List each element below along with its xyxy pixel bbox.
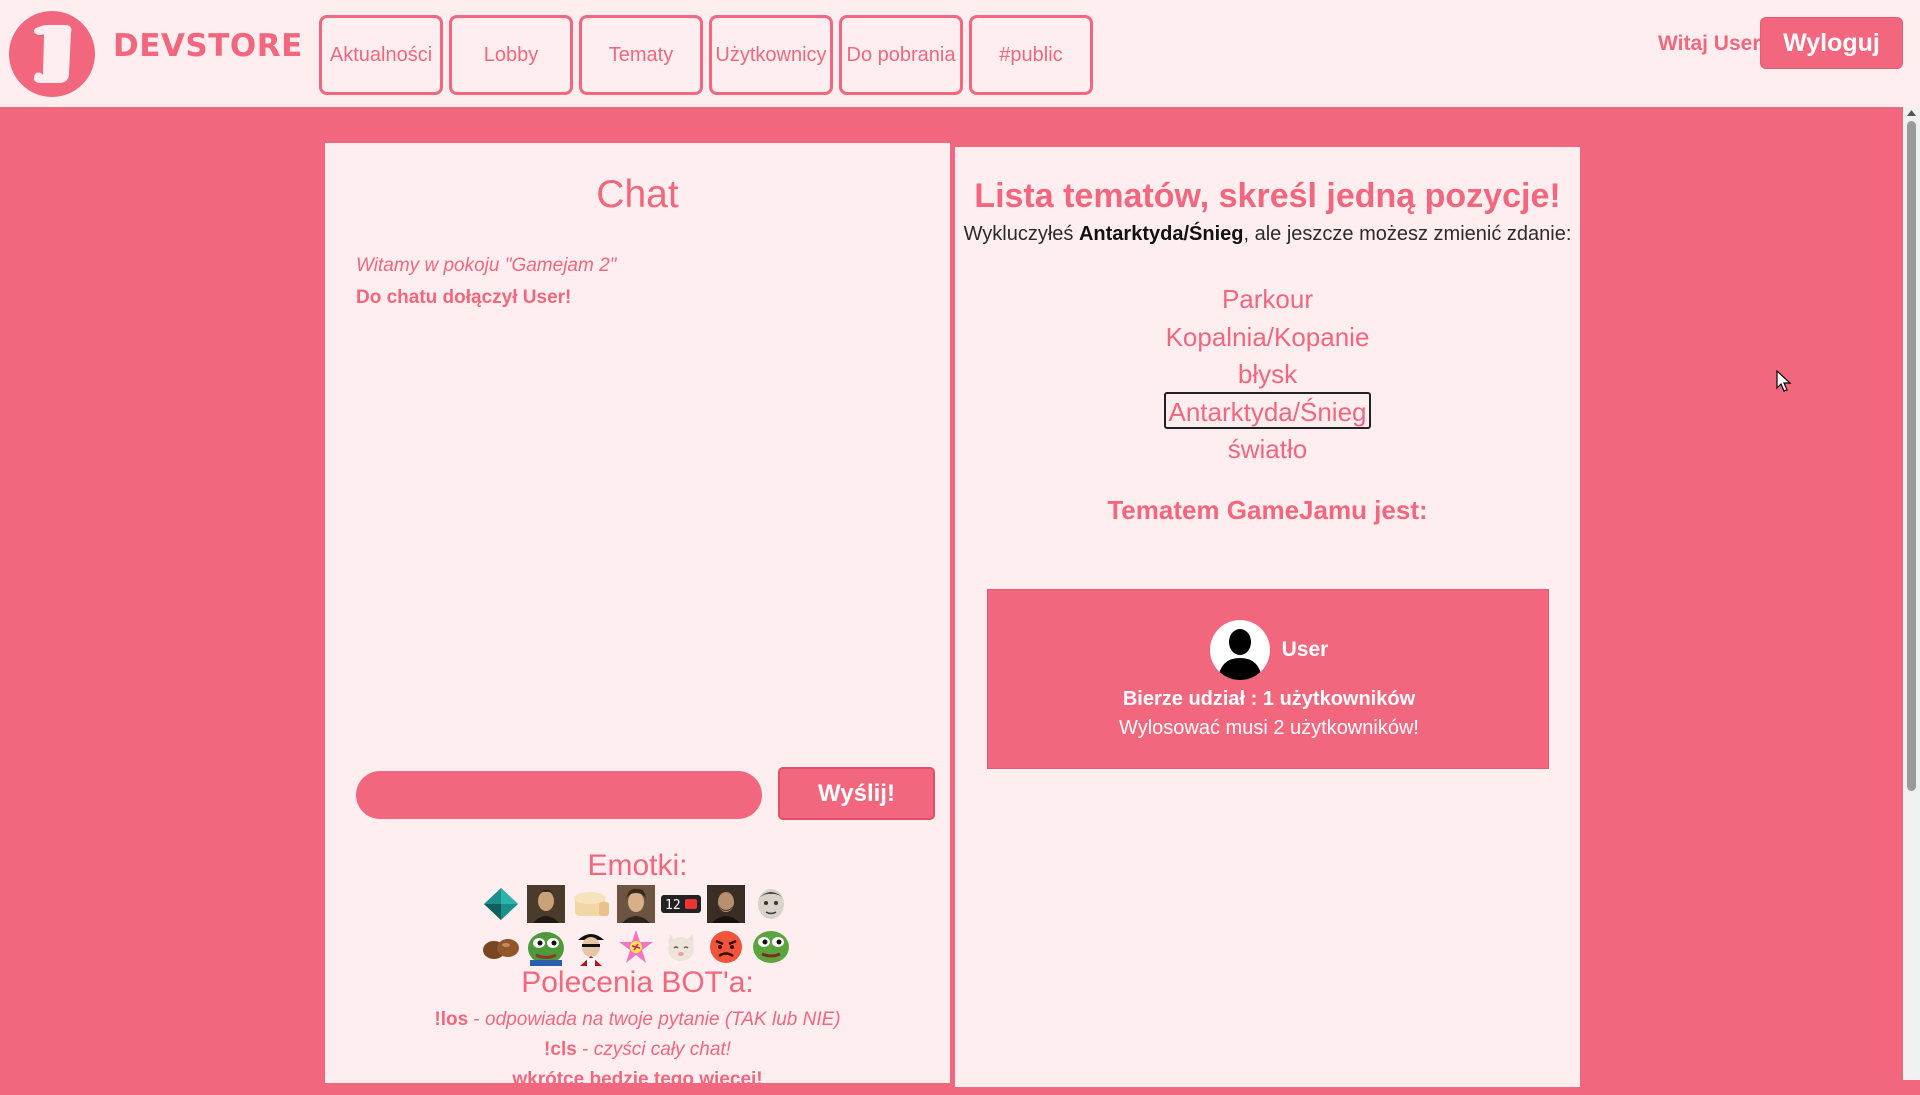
svg-text:12: 12: [665, 898, 681, 913]
topic-item-swiatlo[interactable]: światło: [1224, 429, 1311, 467]
brand-name[interactable]: DEVSTORE: [113, 28, 303, 64]
topic-list: Parkour Kopalnia/Kopanie błysk Antarktyd…: [955, 279, 1580, 467]
bot-commands-title: Polecenia BOT'a:: [521, 966, 754, 999]
page-scrollbar[interactable]: [1903, 107, 1920, 1080]
nav-do-pobrania[interactable]: Do pobrania: [839, 15, 963, 95]
bot-command-desc: odpowiada na twoje pytanie (TAK lub NIE): [485, 1009, 841, 1030]
chat-message-welcome: Witamy w pokoju "Gamejam 2": [356, 255, 617, 276]
topic-item-parkour[interactable]: Parkour: [1218, 279, 1317, 317]
chat-message-join: Do chatu dołączył User!: [356, 287, 572, 308]
chat-panel: Chat Witamy w pokoju "Gamejam 2" Do chat…: [325, 143, 950, 1090]
topic-item-kopalnia[interactable]: Kopalnia/Kopanie: [1162, 317, 1374, 355]
gamejam-theme-label: Tematem GameJamu jest:: [1107, 495, 1428, 525]
nav-aktualnosci[interactable]: Aktualności: [319, 15, 443, 95]
topics-panel: Lista tematów, skreśl jedną pozycje! Wyk…: [955, 147, 1580, 1087]
topics-title: Lista tematów, skreśl jedną pozycje!: [974, 177, 1561, 215]
chestnut-emote[interactable]: [481, 928, 521, 966]
bot-command-separator: -: [576, 1039, 594, 1060]
participants-card: User Bierze udział : 1 użytkowników Wylo…: [987, 589, 1549, 769]
portrait-emote-3[interactable]: [706, 885, 746, 923]
nav-tematy[interactable]: Tematy: [579, 15, 703, 95]
excluded-prefix: Wykluczyłeś: [963, 223, 1079, 245]
bot-commands-footer: wkrótce bedzie tego wiecej!: [325, 1065, 950, 1095]
nav-lobby[interactable]: Lobby: [449, 15, 573, 95]
bot-command-los: !los - odpowiada na twoje pytanie (TAK l…: [325, 1005, 950, 1035]
bot-command-name: !los: [434, 1009, 469, 1030]
emotes-title: Emotki:: [587, 849, 688, 882]
pirate-emote[interactable]: [571, 928, 611, 966]
chat-messages: Witamy w pokoju "Gamejam 2" Do chatu doł…: [356, 255, 916, 309]
bot-command-desc: czyści cały chat!: [593, 1039, 731, 1060]
bot-commands: !los - odpowiada na twoje pytanie (TAK l…: [325, 1005, 950, 1095]
participant-count: Bierze udział : 1 użytkowników: [1122, 688, 1416, 710]
participant-row: User: [988, 620, 1550, 680]
top-header: DEVSTORE Aktualności Lobby Tematy Użytko…: [0, 0, 1920, 107]
chat-title: Chat: [596, 173, 679, 216]
cat-emote[interactable]: [661, 928, 701, 966]
nav-public[interactable]: #public: [969, 15, 1093, 95]
pepe-emote-2[interactable]: [751, 928, 791, 966]
portrait-emote-1[interactable]: [526, 885, 566, 923]
face-emote-1[interactable]: [751, 885, 791, 923]
pink-star-emote[interactable]: [616, 928, 656, 966]
chat-input[interactable]: [356, 771, 762, 819]
participant-name[interactable]: User: [1282, 638, 1329, 662]
excluded-suffix: , ale jeszcze możesz zmienić zdanie:: [1243, 223, 1572, 245]
bot-command-name: !cls: [544, 1039, 577, 1060]
topic-item-antarktyda[interactable]: Antarktyda/Śnieg: [1164, 391, 1371, 429]
user-greeting: Witaj User!: [1658, 32, 1768, 55]
pepe-emote-1[interactable]: [526, 928, 566, 966]
angry-face-emote[interactable]: [706, 928, 746, 966]
participant-requirement: Wylosować musi 2 użytkowników!: [1119, 717, 1419, 739]
scrollbar-thumb[interactable]: [1907, 121, 1916, 791]
main-nav: Aktualności Lobby Tematy Użytkownicy Do …: [319, 15, 1093, 95]
logout-button[interactable]: Wyloguj: [1760, 17, 1903, 69]
bread-emote[interactable]: [571, 885, 611, 923]
mouse-cursor-icon: [1776, 370, 1792, 392]
excluded-topic: Antarktyda/Śnieg: [1078, 223, 1244, 245]
devstore-logo[interactable]: [9, 11, 95, 97]
nav-uzytkownicy[interactable]: Użytkownicy: [709, 15, 833, 95]
portrait-emote-2[interactable]: [616, 885, 656, 923]
emotes-grid: 12: [481, 885, 801, 966]
avatar[interactable]: [1209, 620, 1270, 680]
excluded-info: Wykluczyłeś Antarktyda/Śnieg, ale jeszcz…: [955, 223, 1580, 246]
user-silhouette-icon: [1217, 629, 1262, 680]
bot-command-separator: -: [468, 1009, 486, 1030]
send-button[interactable]: Wyślij!: [778, 767, 935, 820]
topic-item-blysk[interactable]: błysk: [1234, 354, 1301, 392]
scroll-up-arrow-icon[interactable]: [1906, 109, 1917, 117]
scroll-logo-icon: [33, 25, 72, 83]
score-12-emote[interactable]: 12: [661, 885, 701, 923]
teal-diamond-emote[interactable]: [481, 885, 521, 923]
bot-command-cls: !cls - czyści cały chat!: [325, 1035, 950, 1065]
